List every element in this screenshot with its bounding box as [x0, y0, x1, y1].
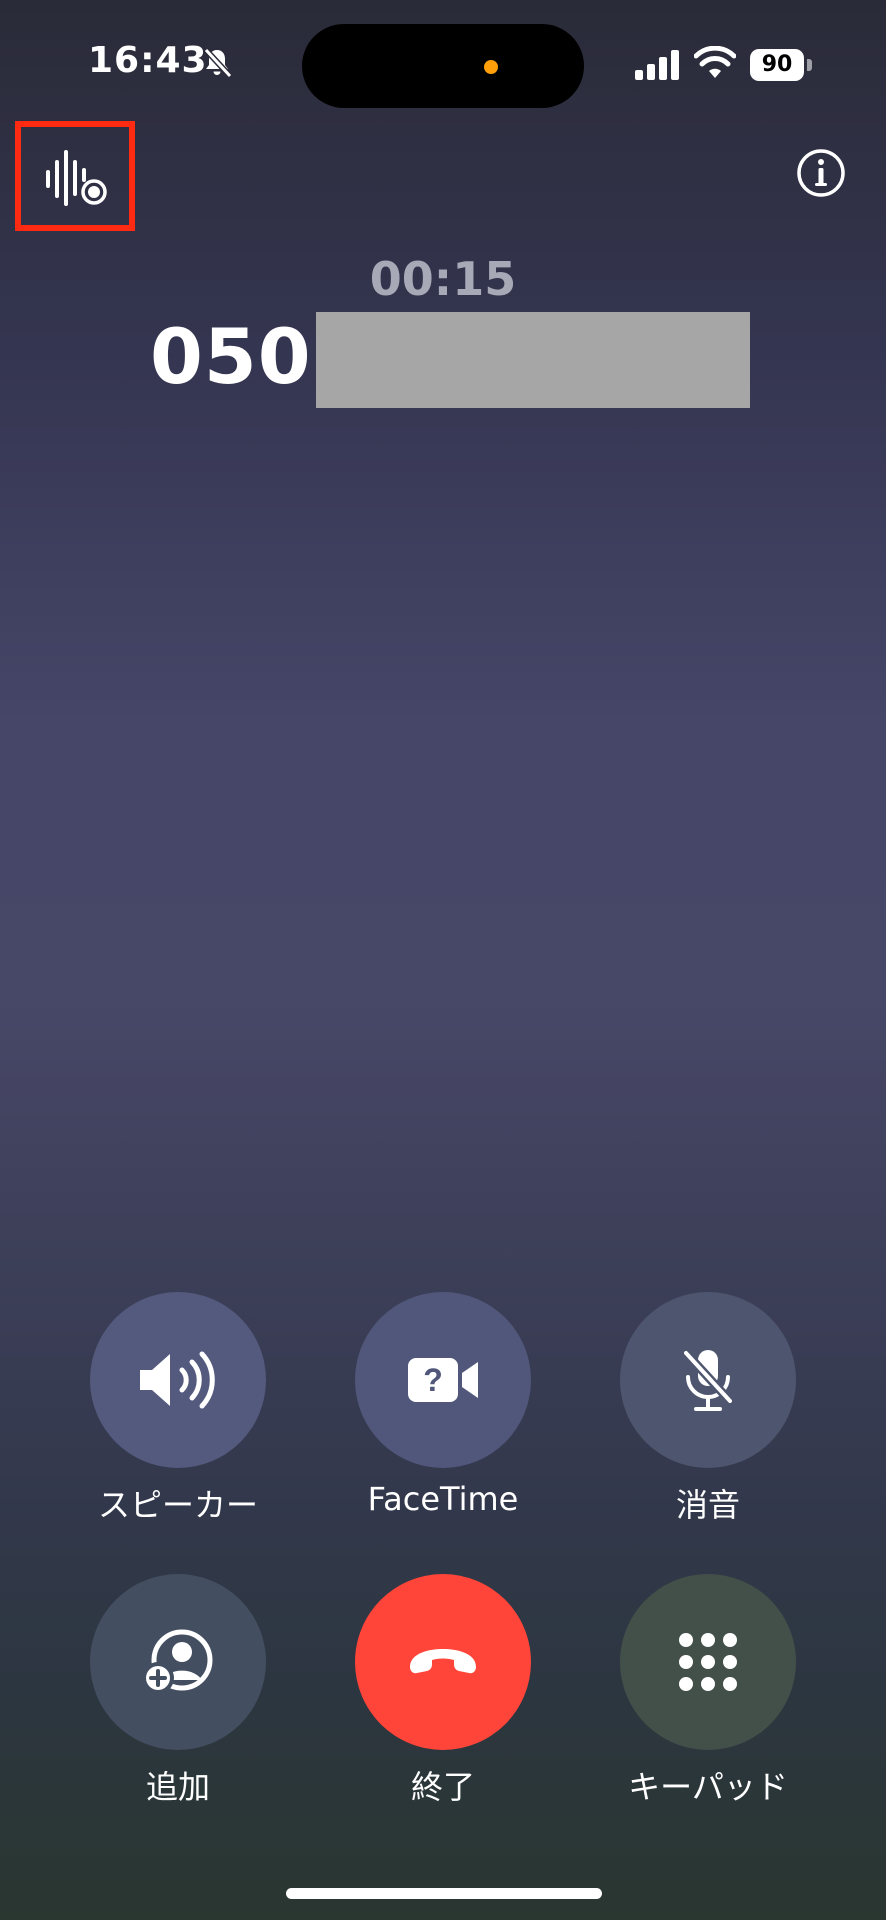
add-call-label: 追加: [145, 1768, 210, 1806]
keypad-icon: [679, 1633, 737, 1691]
mute-label: 消音: [675, 1486, 740, 1524]
redacted-number-block: [316, 312, 750, 408]
battery-level: 90: [761, 52, 793, 77]
bell-slash-icon: [203, 47, 233, 79]
add-call-icon: [142, 1629, 213, 1694]
dynamic-island: [302, 24, 584, 108]
end-call-icon: [410, 1649, 476, 1674]
facetime-button[interactable]: ?: [355, 1292, 531, 1468]
phone-number-prefix: 050: [150, 312, 312, 401]
speaker-icon: [140, 1351, 215, 1409]
mute-button[interactable]: [620, 1292, 796, 1468]
mute-icon: [682, 1349, 734, 1411]
privacy-indicator-dot: [484, 60, 498, 74]
home-indicator[interactable]: [286, 1888, 602, 1899]
add-call-button[interactable]: [90, 1574, 266, 1750]
cellular-signal-icon: [635, 50, 679, 80]
facetime-icon: ?: [408, 1358, 478, 1402]
keypad-button[interactable]: [620, 1574, 796, 1750]
call-duration: 00:15: [369, 252, 517, 306]
svg-text:?: ?: [423, 1362, 443, 1398]
wifi-icon: [694, 46, 736, 78]
end-call-label: 終了: [410, 1768, 475, 1806]
status-time: 16:43: [88, 40, 208, 81]
call-recording-icon[interactable]: [42, 148, 108, 208]
info-icon[interactable]: [796, 148, 846, 198]
battery-indicator: 90: [750, 49, 812, 81]
end-call-button[interactable]: [355, 1574, 531, 1750]
keypad-label: キーパッド: [628, 1768, 788, 1806]
speaker-label: スピーカー: [97, 1486, 258, 1524]
facetime-label: FaceTime: [367, 1480, 519, 1518]
speaker-button[interactable]: [90, 1292, 266, 1468]
